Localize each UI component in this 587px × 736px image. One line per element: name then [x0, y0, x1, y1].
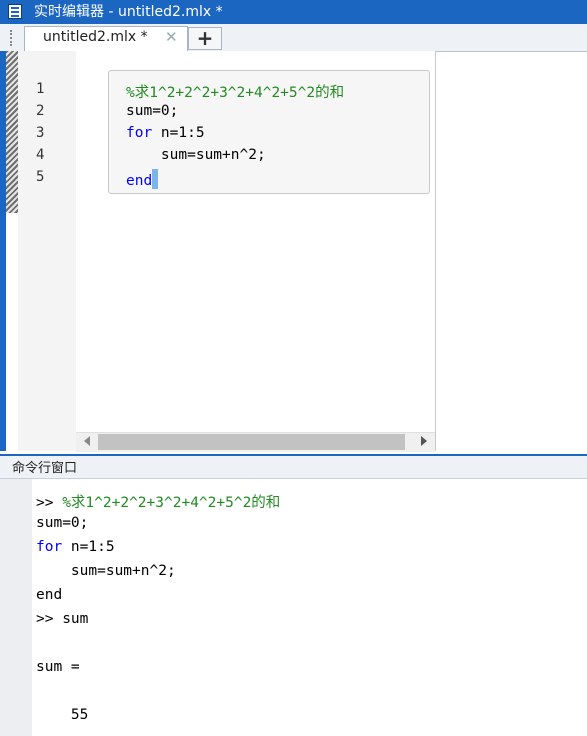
command-window-title: 命令行窗口	[12, 461, 78, 476]
keyword-end: end	[126, 173, 153, 189]
command-window[interactable]	[32, 479, 587, 736]
drag-handle-icon[interactable]	[10, 30, 14, 46]
cmd-line-4: sum=sum+n^2;	[36, 563, 176, 579]
cmd-keyword-for: for	[36, 539, 63, 555]
line-number: 4	[36, 147, 45, 163]
cmd-line-6: >> sum	[36, 611, 89, 627]
cmd-line-3-rest: n=1:5	[62, 539, 115, 555]
code-block[interactable]: %求1^2+2^2+3^2+4^2+5^2的和 sum=0; for n=1:5…	[108, 70, 430, 194]
title-bar: 实时编辑器 - untitled2.mlx *	[0, 0, 587, 24]
code-line-2: sum=0;	[126, 103, 179, 119]
code-line-1: %求1^2+2^2+3^2+4^2+5^2的和	[126, 85, 345, 101]
result-label: sum =	[36, 659, 80, 675]
live-editor-icon	[8, 4, 22, 19]
line-number: 2	[36, 103, 45, 119]
command-window-margin	[0, 479, 32, 736]
text-cursor	[152, 169, 159, 189]
scroll-right-icon[interactable]	[421, 436, 427, 446]
line-number: 1	[36, 81, 45, 97]
tab-bar: untitled2.mlx * ✕ +	[0, 24, 587, 52]
result-value: 55	[36, 707, 89, 723]
window-title: 实时编辑器 - untitled2.mlx *	[34, 4, 223, 20]
cmd-line-3: for n=1:5	[36, 539, 115, 555]
cmd-comment: %求1^2+2^2+3^2+4^2+5^2的和	[62, 495, 281, 511]
tab-label: untitled2.mlx *	[43, 29, 148, 45]
cmd-line-2: sum=0;	[36, 515, 89, 531]
close-tab-icon[interactable]: ✕	[165, 28, 178, 46]
code-line-4: sum=sum+n^2;	[126, 147, 266, 163]
prompt: >>	[36, 495, 63, 511]
line-number: 3	[36, 125, 45, 141]
line-number: 5	[36, 169, 45, 185]
code-line-5: end	[126, 169, 159, 189]
horizontal-scrollbar[interactable]	[76, 432, 435, 452]
code-line-3-rest: n=1:5	[152, 125, 205, 141]
line-number-gutter	[18, 51, 76, 451]
scrollbar-thumb[interactable]	[98, 434, 405, 450]
cmd-line-1: >> %求1^2+2^2+3^2+4^2+5^2的和	[36, 491, 280, 512]
command-window-header: 命令行窗口	[0, 454, 587, 479]
tab-untitled2[interactable]: untitled2.mlx * ✕	[24, 26, 188, 51]
scroll-left-icon[interactable]	[84, 436, 90, 446]
section-bar[interactable]	[6, 51, 18, 213]
code-line-3: for n=1:5	[126, 125, 205, 141]
output-divider[interactable]	[435, 51, 436, 451]
add-tab-button[interactable]: +	[188, 27, 222, 50]
keyword-for: for	[126, 125, 153, 141]
cmd-keyword-end: end	[36, 587, 63, 603]
